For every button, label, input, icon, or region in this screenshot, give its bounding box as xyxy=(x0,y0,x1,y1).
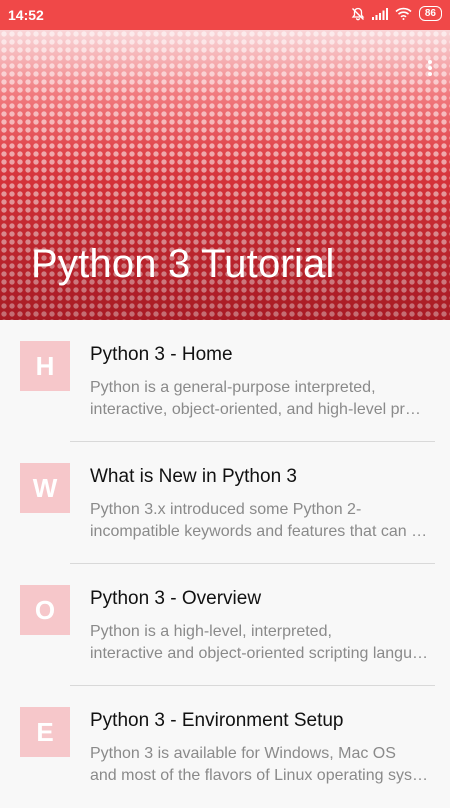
item-description-line: incompatible keywords and features that … xyxy=(90,523,428,540)
item-description-line: and most of the flavors of Linux operati… xyxy=(90,767,428,784)
list-item[interactable]: E Python 3 - Environment Setup Python 3 … xyxy=(0,686,450,808)
header-banner: Python 3 Tutorial xyxy=(0,30,450,320)
battery-indicator: 86 xyxy=(418,6,442,21)
item-title: What is New in Python 3 xyxy=(90,466,297,487)
item-description-line: interactive and object-oriented scriptin… xyxy=(90,645,428,662)
item-title: Python 3 - Overview xyxy=(90,588,262,609)
status-icons: 86 xyxy=(351,6,442,21)
item-description: Python is a general-purpose interpreted,… xyxy=(90,377,428,421)
item-description-line: interactive, object-oriented, and high-l… xyxy=(90,401,428,418)
topic-list: H Python 3 - Home Python is a general-pu… xyxy=(0,320,450,808)
signal-icon xyxy=(371,7,388,20)
page-title: Python 3 Tutorial xyxy=(31,242,335,286)
item-title: Python 3 - Home xyxy=(90,344,233,365)
item-description: Python is a high-level, interpreted, int… xyxy=(90,621,428,665)
item-description-line: Python 3.x introduced some Python 2- xyxy=(90,501,362,518)
list-item[interactable]: H Python 3 - Home Python is a general-pu… xyxy=(0,320,450,442)
item-description-line: Python is a general-purpose interpreted, xyxy=(90,379,376,396)
letter-avatar: O xyxy=(20,585,70,635)
status-time: 14:52 xyxy=(8,7,44,23)
letter-avatar: E xyxy=(20,707,70,757)
item-description: Python 3.x introduced some Python 2- inc… xyxy=(90,499,428,543)
status-bar: 14:52 86 xyxy=(0,0,450,30)
overflow-menu-icon[interactable] xyxy=(424,58,436,80)
letter-avatar: W xyxy=(20,463,70,513)
list-item[interactable]: W What is New in Python 3 Python 3.x int… xyxy=(0,442,450,564)
bell-off-icon xyxy=(351,7,365,20)
item-title: Python 3 - Environment Setup xyxy=(90,710,344,731)
item-description-line: Python is a high-level, interpreted, xyxy=(90,623,332,640)
list-item[interactable]: O Python 3 - Overview Python is a high-l… xyxy=(0,564,450,686)
wifi-icon xyxy=(395,7,412,20)
item-description: Python 3 is available for Windows, Mac O… xyxy=(90,743,428,787)
letter-avatar: H xyxy=(20,341,70,391)
item-description-line: Python 3 is available for Windows, Mac O… xyxy=(90,745,396,762)
